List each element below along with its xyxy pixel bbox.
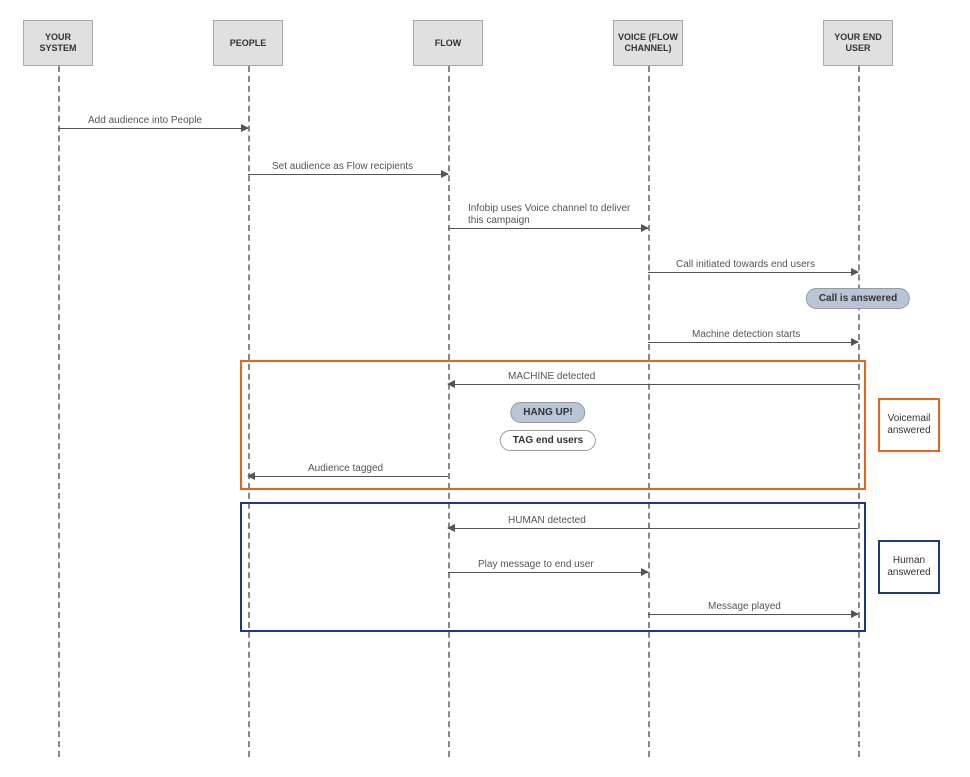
message-line	[448, 528, 858, 529]
participant-label: YOUR SYSTEM	[26, 32, 90, 54]
message-detection-starts: Machine detection starts	[648, 328, 858, 344]
message-label: Message played	[708, 601, 781, 612]
arrow-right-icon	[641, 568, 649, 576]
message-line	[58, 128, 248, 129]
participant-people: PEOPLE	[213, 20, 283, 66]
pill-label: TAG end users	[513, 435, 583, 446]
message-line	[648, 272, 858, 273]
message-audience-tagged: Audience tagged	[248, 462, 448, 478]
participant-your-system: YOUR SYSTEM	[23, 20, 93, 66]
message-call-initiated: Call initiated towards end users	[648, 258, 858, 274]
message-label: Add audience into People	[88, 115, 202, 126]
arrow-left-icon	[447, 380, 455, 388]
arrow-right-icon	[851, 610, 859, 618]
message-label: HUMAN detected	[508, 515, 586, 526]
region-label-voicemail: Voicemail answered	[878, 398, 940, 452]
message-label: Call initiated towards end users	[676, 259, 815, 270]
message-label: Audience tagged	[308, 463, 383, 474]
region-label-human: Human answered	[878, 540, 940, 594]
pill-tag-end-users: TAG end users	[500, 430, 596, 451]
message-line	[648, 614, 858, 615]
message-machine-detected: MACHINE detected	[448, 370, 858, 386]
message-add-audience: Add audience into People	[58, 114, 248, 130]
message-label: Machine detection starts	[692, 329, 800, 340]
participant-end-user: YOUR END USER	[823, 20, 893, 66]
participant-voice: VOICE (FLOW CHANNEL)	[613, 20, 683, 66]
message-line	[448, 572, 648, 573]
arrow-left-icon	[447, 524, 455, 532]
participant-label: FLOW	[435, 38, 462, 49]
participant-label: YOUR END USER	[826, 32, 890, 54]
message-label: Infobip uses Voice channel to deliver th…	[468, 203, 648, 226]
message-human-detected: HUMAN detected	[448, 514, 858, 530]
arrow-right-icon	[441, 170, 449, 178]
message-line	[448, 228, 648, 229]
lifeline-your-system	[58, 66, 60, 757]
message-set-recipients: Set audience as Flow recipients	[248, 160, 448, 176]
participant-label: PEOPLE	[230, 38, 267, 49]
arrow-right-icon	[241, 124, 249, 132]
region-text: Human answered	[886, 555, 932, 580]
region-text: Voicemail answered	[886, 413, 932, 438]
message-message-played: Message played	[648, 600, 858, 616]
message-line	[448, 384, 858, 385]
pill-hang-up: HANG UP!	[510, 402, 585, 423]
message-label: Set audience as Flow recipients	[272, 161, 413, 172]
message-uses-voice: Infobip uses Voice channel to deliver th…	[448, 214, 648, 230]
participant-flow: FLOW	[413, 20, 483, 66]
arrow-left-icon	[247, 472, 255, 480]
pill-label: HANG UP!	[523, 407, 572, 418]
message-play-message: Play message to end user	[448, 558, 648, 574]
message-label: Play message to end user	[478, 559, 594, 570]
pill-label: Call is answered	[819, 293, 897, 304]
message-line	[248, 174, 448, 175]
arrow-right-icon	[851, 268, 859, 276]
pill-call-answered: Call is answered	[806, 288, 910, 309]
participant-label: VOICE (FLOW CHANNEL)	[616, 32, 680, 54]
message-label: MACHINE detected	[508, 371, 595, 382]
message-line	[248, 476, 448, 477]
arrow-right-icon	[851, 338, 859, 346]
message-line	[648, 342, 858, 343]
